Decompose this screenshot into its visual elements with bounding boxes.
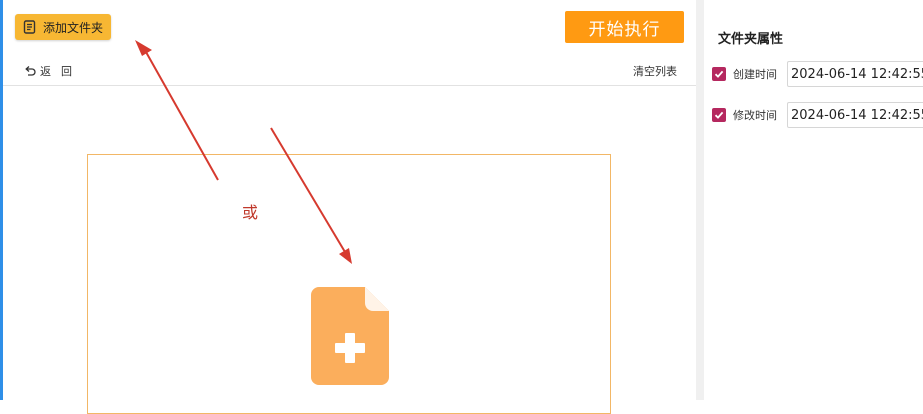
toolbar-divider xyxy=(3,85,696,86)
or-text: 或 xyxy=(242,203,259,222)
list-document-icon xyxy=(23,20,37,34)
start-button[interactable]: 开始执行 xyxy=(565,11,684,43)
main-area: 添加文件夹 开始执行 返 回 清空列表 或 xyxy=(3,0,696,414)
modified-time-input[interactable] xyxy=(787,102,923,128)
modified-time-row: 修改时间 xyxy=(712,101,923,129)
created-time-label: 创建时间 xyxy=(733,68,777,81)
panel-title: 文件夹属性 xyxy=(718,32,784,47)
file-plus-icon[interactable] xyxy=(311,287,389,385)
add-folder-button[interactable]: 添加文件夹 xyxy=(15,14,111,40)
back-label-1: 返 xyxy=(40,65,51,78)
created-time-input[interactable] xyxy=(787,61,923,87)
modified-time-label: 修改时间 xyxy=(733,109,777,122)
check-icon xyxy=(714,111,724,119)
undo-arrow-icon xyxy=(23,64,37,78)
modified-time-checkbox[interactable] xyxy=(712,108,726,122)
created-time-checkbox[interactable] xyxy=(712,67,726,81)
panel-separator xyxy=(696,0,704,400)
clear-list-button[interactable]: 清空列表 xyxy=(633,63,677,79)
created-time-row: 创建时间 xyxy=(712,60,923,88)
folder-properties-panel: 文件夹属性 创建时间 修改时间 xyxy=(704,0,923,400)
back-button[interactable]: 返 回 xyxy=(23,63,72,79)
back-label-2: 回 xyxy=(61,65,72,78)
add-folder-label: 添加文件夹 xyxy=(43,20,104,35)
list-toolbar: 返 回 清空列表 xyxy=(3,56,696,84)
check-icon xyxy=(714,70,724,78)
